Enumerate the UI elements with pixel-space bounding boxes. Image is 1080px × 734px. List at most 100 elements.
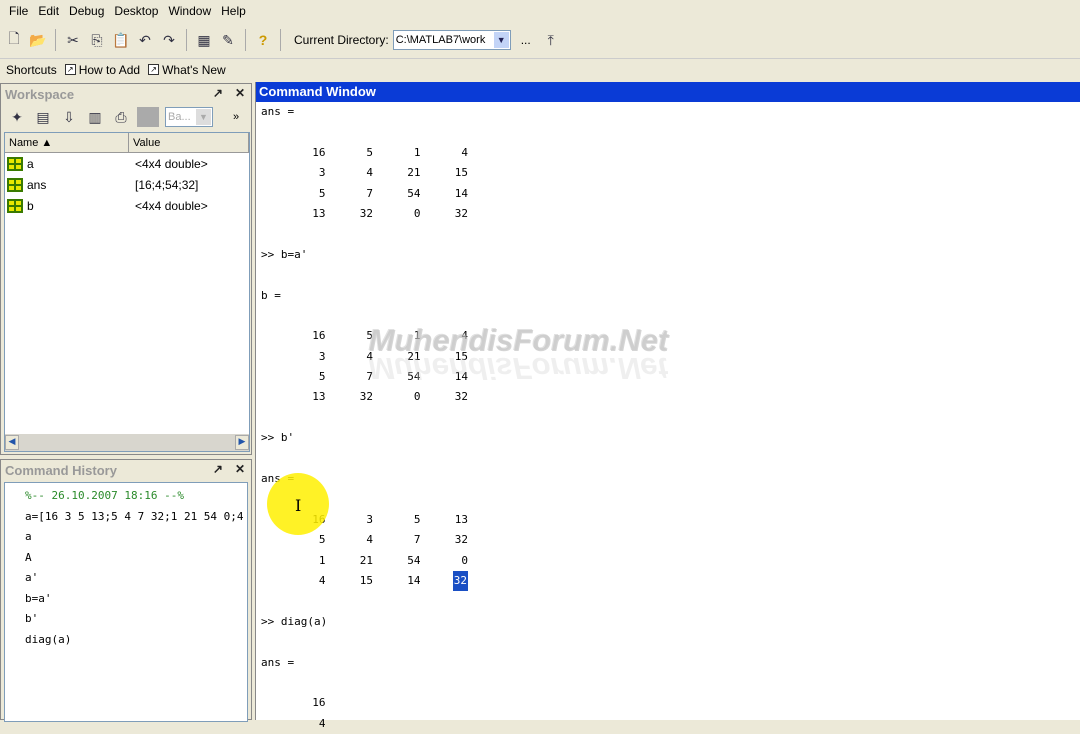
matrix-cell: 3 [278,347,326,367]
matrix-cell: 21 [326,551,373,571]
matrix-value: 32 [454,206,468,220]
history-item[interactable]: a' [25,568,247,589]
close-icon[interactable]: ✕ [235,86,245,100]
plot-type-select[interactable]: Ba... ▼ [165,107,213,127]
workspace-row[interactable]: b <4x4 double> [5,195,249,216]
open-folder-icon[interactable]: 📂 [28,30,48,50]
history-item[interactable]: a [25,527,247,548]
history-item[interactable]: b' [25,609,247,630]
matrix-cell: 5 [278,184,326,204]
print-icon[interactable]: ⎙ [111,107,131,127]
shortcut-icon: ↗ [148,64,160,75]
history-item[interactable]: a=[16 3 5 13;5 4 7 32;1 21 54 0;4 15 14 … [25,507,247,528]
history-title: Command History [5,462,117,478]
column-value[interactable]: Value [129,133,249,152]
matrix-cell: 32 [326,204,373,224]
scroll-left-icon[interactable]: ◀ [5,435,19,450]
up-folder-icon[interactable]: ⤒ [541,30,561,50]
variable-value: [16;4;54;32] [135,177,199,192]
save-workspace-icon[interactable]: ▥ [85,107,105,127]
matrix-value: 1 [413,145,421,159]
matrix-cell: 4 [278,714,326,734]
matrix-cell: 3 [326,510,373,530]
matrix-value: 7 [366,186,373,200]
undo-icon[interactable]: ↶ [135,30,155,50]
matrix-cell: 5 [326,326,373,346]
matrix-cell: 32 [421,570,468,592]
command-window[interactable]: Command Window ans = 16 5 1 4 3 4 21 15 5 7 54 14 13 3… [255,82,1080,730]
matrix-cell: 7 [373,530,421,550]
shortcuts-label[interactable]: Shortcuts [6,63,57,77]
matrix-value: 13 [312,206,326,220]
shortcut-how-to-add[interactable]: ↗ How to Add [64,63,140,77]
menu-debug[interactable]: Debug [64,4,109,18]
watermark-reflection: MuhendisForum.Net [368,356,668,386]
simulink-icon[interactable]: ▦ [194,30,214,50]
history-item[interactable]: diag(a) [25,630,247,651]
new-variable-icon[interactable]: ✦ [7,107,27,127]
workspace-toolbar: ✦ ▤ ⇩ ▥ ⎙ Ba... ▼ » [1,104,251,130]
open-variable-icon[interactable]: ▤ [33,107,53,127]
current-directory-value: C:\MATLAB7\work [395,34,486,46]
menu-help[interactable]: Help [216,4,251,18]
horizontal-scrollbar[interactable]: ◀ ▶ [5,434,249,451]
menu-desktop[interactable]: Desktop [109,4,163,18]
output-line: ans = [261,105,295,118]
shortcut-whats-new[interactable]: ↗ What's New [148,63,226,77]
matrix-value: 32 [359,390,373,404]
matrix-value: 21 [359,553,373,567]
scroll-right-icon[interactable]: ▶ [235,435,249,450]
undock-icon[interactable]: ↗ [213,86,223,100]
matrix-row: 5 7 54 14 [261,184,1080,204]
matrix-value: 32 [452,570,468,592]
column-name[interactable]: Name ▲ [5,133,129,152]
menu-window[interactable]: Window [163,4,216,18]
current-directory-select[interactable]: C:\MATLAB7\work ▼ [392,30,511,50]
guide-icon[interactable]: ✎ [218,30,238,50]
new-file-icon[interactable]: 🗋 [4,30,24,50]
matrix-cell: 15 [326,571,373,591]
command-window-output[interactable]: ans = 16 5 1 4 3 4 21 15 5 7 54 14 13 32 0 32 >> b=a' b = 1… [256,102,1080,734]
chevron-down-icon[interactable]: ▼ [196,109,211,125]
import-data-icon[interactable]: ⇩ [59,107,79,127]
redo-icon[interactable]: ↷ [159,30,179,50]
workspace-row[interactable]: ans [16;4;54;32] [5,174,249,195]
shortcut-label: What's New [162,62,226,77]
workspace-row[interactable]: a <4x4 double> [5,153,249,174]
matrix-icon [7,198,23,213]
matrix-cell: 14 [421,184,468,204]
matrix-value: 4 [366,533,373,547]
matrix-cell: 14 [373,571,420,591]
menu-edit[interactable]: Edit [33,4,64,18]
plot-icon[interactable] [137,107,159,127]
paste-icon[interactable]: 📋 [111,30,131,50]
browse-button[interactable]: ... [521,33,531,47]
cut-icon[interactable]: ✂ [63,30,83,50]
chevron-down-icon[interactable]: ▼ [493,32,509,48]
history-item[interactable]: %-- 26.10.2007 18:16 --% [25,486,247,507]
matrix-value: 32 [454,390,468,404]
copy-icon[interactable]: ⎘ [87,30,107,50]
history-item[interactable]: A [25,548,247,569]
menu-file[interactable]: File [4,4,33,18]
close-icon[interactable]: ✕ [235,462,245,476]
variable-value: <4x4 double> [135,156,208,171]
matrix-cell: 0 [421,551,468,571]
undock-icon[interactable]: ↗ [213,462,223,476]
toolbar: 🗋 📂 ✂ ⎘ 📋 ↶ ↷ ▦ ✎ ? Current Directory: C… [0,24,1080,56]
matrix-cell: 5 [373,510,421,530]
matrix-cell: 5 [326,143,373,163]
more-icon[interactable]: » [233,111,239,123]
history-item[interactable]: b=a' [25,589,247,610]
matrix-value: 21 [407,166,421,180]
separator [245,29,246,51]
matrix-value: 4 [461,145,468,159]
matrix-cell: 54 [373,184,420,204]
help-icon[interactable]: ? [253,30,273,50]
current-directory-label: Current Directory: [294,33,389,47]
